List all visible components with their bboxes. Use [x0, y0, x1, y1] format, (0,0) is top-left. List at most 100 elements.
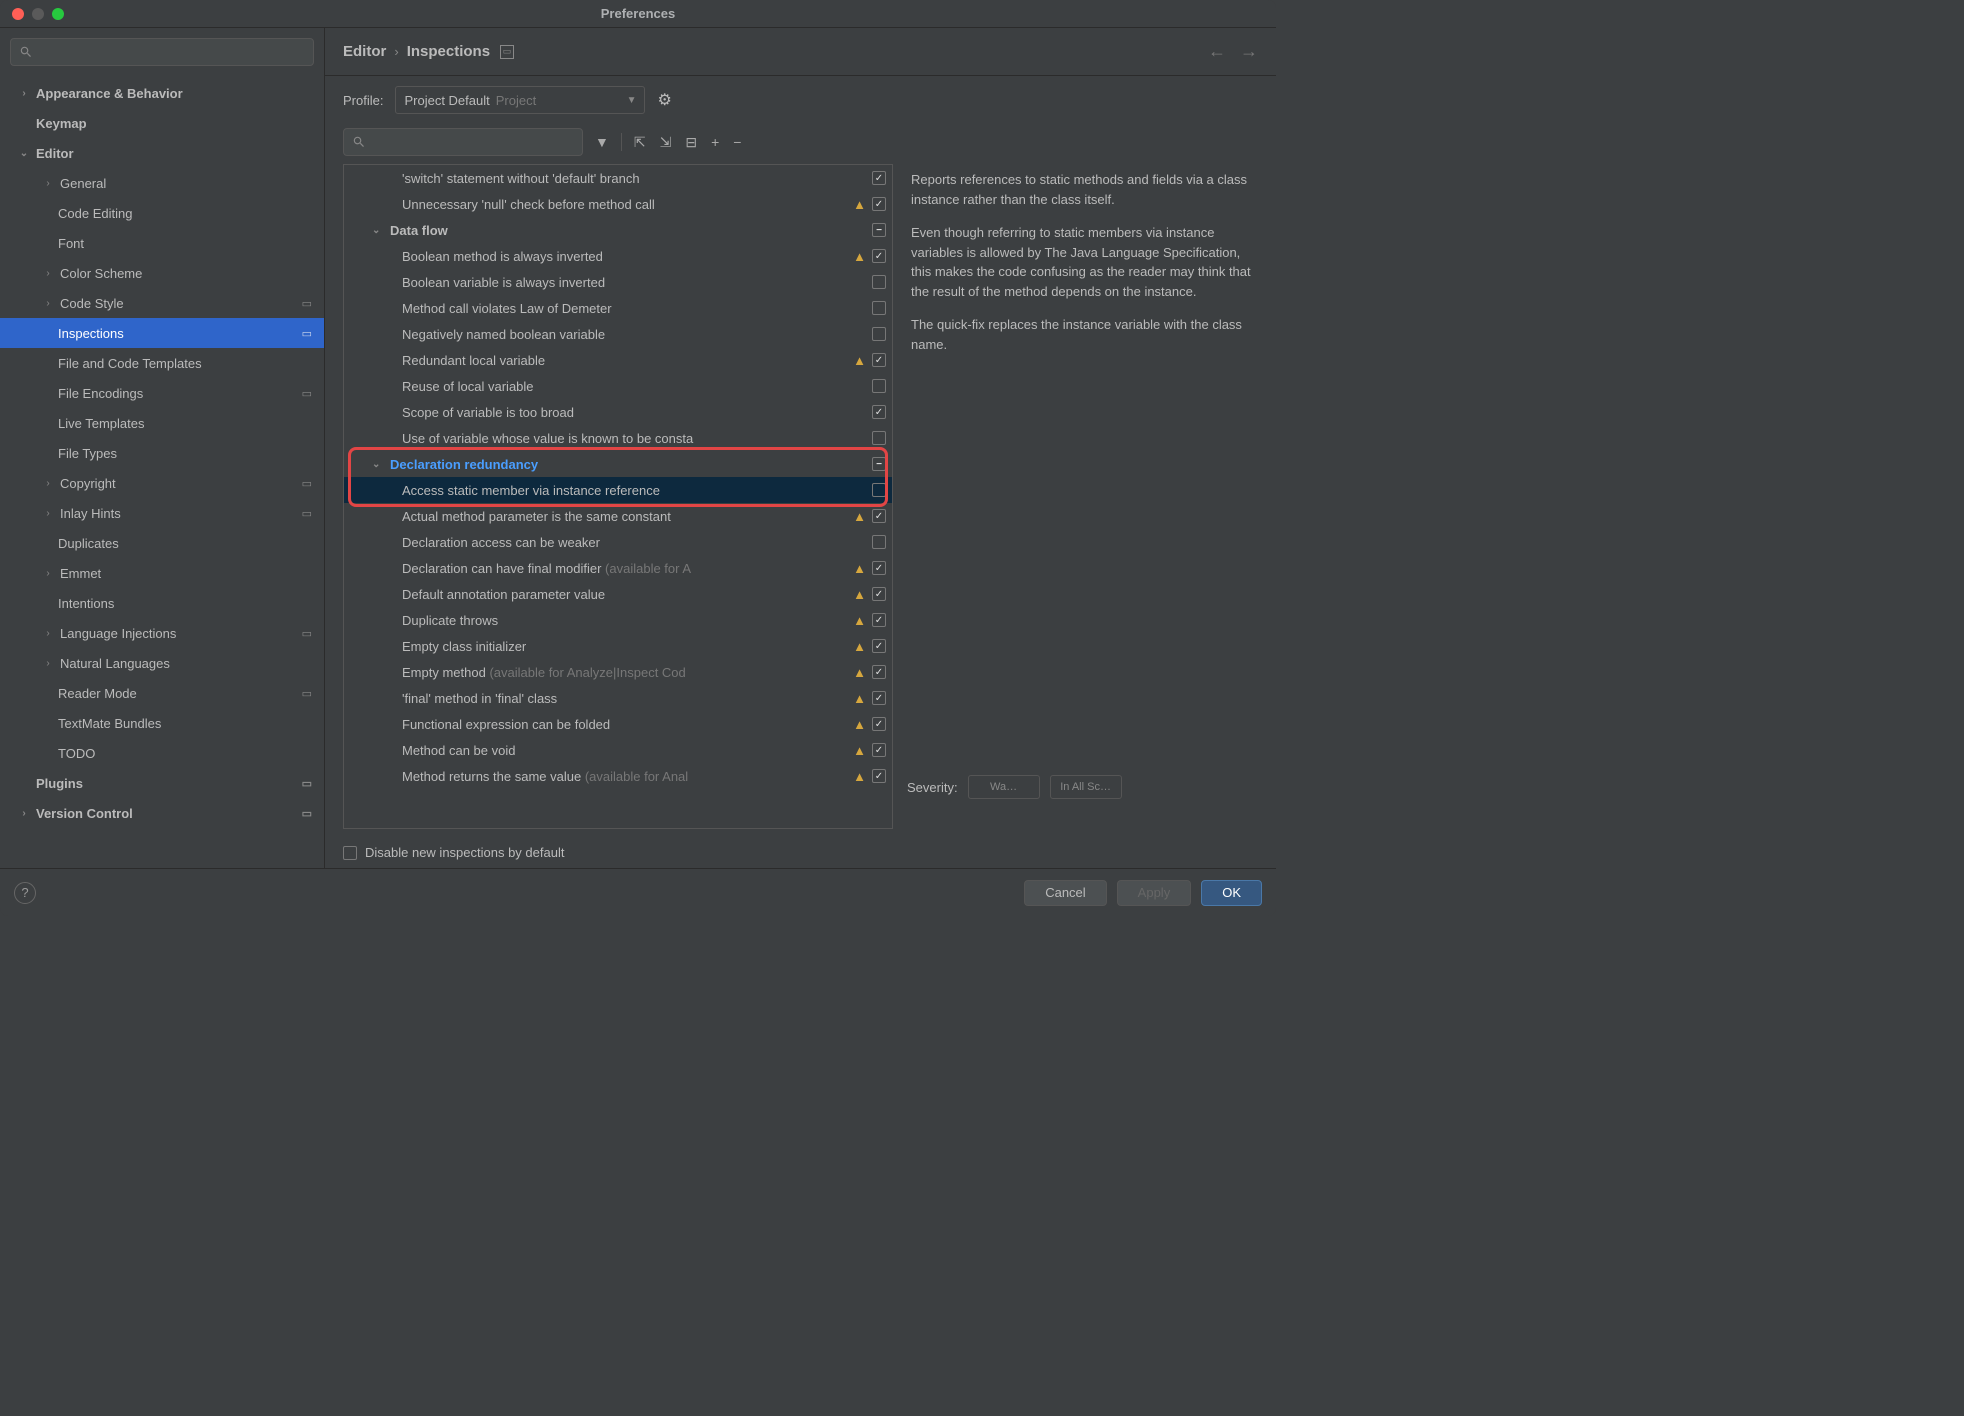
- sidebar-item-duplicates[interactable]: Duplicates: [0, 528, 324, 558]
- breadcrumb-parent[interactable]: Editor: [343, 43, 386, 60]
- inspection-item[interactable]: Boolean method is always inverted▲: [344, 243, 892, 269]
- inspection-item[interactable]: Empty class initializer▲: [344, 633, 892, 659]
- expand-all-icon[interactable]: ⇱: [632, 134, 648, 151]
- inspection-checkbox[interactable]: [872, 353, 886, 367]
- filter-icon[interactable]: ▼: [593, 134, 611, 150]
- severity-label: Severity:: [907, 780, 958, 795]
- sidebar-item-inlay-hints[interactable]: ›Inlay Hints▭: [0, 498, 324, 528]
- inspection-checkbox[interactable]: [872, 379, 886, 393]
- sidebar-item-natural-languages[interactable]: ›Natural Languages: [0, 648, 324, 678]
- inspection-item[interactable]: Use of variable whose value is known to …: [344, 425, 892, 451]
- inspection-checkbox[interactable]: [872, 769, 886, 783]
- inspection-item[interactable]: Scope of variable is too broad: [344, 399, 892, 425]
- sidebar-item-copyright[interactable]: ›Copyright▭: [0, 468, 324, 498]
- inspection-checkbox[interactable]: [872, 223, 886, 237]
- sidebar-item-reader-mode[interactable]: Reader Mode▭: [0, 678, 324, 708]
- reset-icon[interactable]: ⊟: [683, 134, 699, 151]
- inspection-item[interactable]: Default annotation parameter value▲: [344, 581, 892, 607]
- sidebar-item-appearance-behavior[interactable]: ›Appearance & Behavior: [0, 78, 324, 108]
- minimize-window-button[interactable]: [32, 8, 44, 20]
- sidebar-item-file-types[interactable]: File Types: [0, 438, 324, 468]
- inspection-checkbox[interactable]: [872, 743, 886, 757]
- inspection-item[interactable]: Redundant local variable▲: [344, 347, 892, 373]
- inspection-checkbox[interactable]: [872, 665, 886, 679]
- close-window-button[interactable]: [12, 8, 24, 20]
- cancel-button[interactable]: Cancel: [1024, 880, 1106, 906]
- inspection-item[interactable]: Declaration can have final modifier (ava…: [344, 555, 892, 581]
- inspection-checkbox[interactable]: [872, 717, 886, 731]
- inspection-item[interactable]: Reuse of local variable: [344, 373, 892, 399]
- inspection-checkbox[interactable]: [872, 587, 886, 601]
- inspection-item[interactable]: Method returns the same value (available…: [344, 763, 892, 789]
- sidebar-item-keymap[interactable]: Keymap: [0, 108, 324, 138]
- inspection-checkbox[interactable]: [872, 275, 886, 289]
- sidebar-item-code-style[interactable]: ›Code Style▭: [0, 288, 324, 318]
- sidebar-item-code-editing[interactable]: Code Editing: [0, 198, 324, 228]
- inspection-item[interactable]: 'switch' statement without 'default' bra…: [344, 165, 892, 191]
- sidebar-item-inspections[interactable]: Inspections▭: [0, 318, 324, 348]
- inspection-item[interactable]: Declaration access can be weaker: [344, 529, 892, 555]
- help-button[interactable]: ?: [14, 882, 36, 904]
- severity-select[interactable]: Wa…: [968, 775, 1040, 799]
- profile-select[interactable]: Project Default Project ▼: [395, 86, 645, 114]
- inspection-checkbox[interactable]: [872, 327, 886, 341]
- inspection-item[interactable]: Access static member via instance refere…: [344, 477, 892, 503]
- inspection-checkbox[interactable]: [872, 691, 886, 705]
- inspection-item[interactable]: Method call violates Law of Demeter: [344, 295, 892, 321]
- inspection-group[interactable]: ⌄Data flow: [344, 217, 892, 243]
- inspection-group[interactable]: ⌄Declaration redundancy: [344, 451, 892, 477]
- inspection-checkbox[interactable]: [872, 639, 886, 653]
- inspection-checkbox[interactable]: [872, 613, 886, 627]
- inspection-item[interactable]: 'final' method in 'final' class▲: [344, 685, 892, 711]
- inspection-checkbox[interactable]: [872, 431, 886, 445]
- inspection-item[interactable]: Duplicate throws▲: [344, 607, 892, 633]
- inspection-item[interactable]: Functional expression can be folded▲: [344, 711, 892, 737]
- inspection-checkbox[interactable]: [872, 457, 886, 471]
- gear-icon[interactable]: ⚙: [657, 90, 671, 110]
- inspection-item[interactable]: Actual method parameter is the same cons…: [344, 503, 892, 529]
- inspection-item[interactable]: Method can be void▲: [344, 737, 892, 763]
- sidebar-item-file-and-code-templates[interactable]: File and Code Templates: [0, 348, 324, 378]
- inspection-checkbox[interactable]: [872, 249, 886, 263]
- warning-icon: ▲: [853, 613, 866, 628]
- inspection-checkbox[interactable]: [872, 405, 886, 419]
- inspection-checkbox[interactable]: [872, 535, 886, 549]
- sidebar-item-textmate-bundles[interactable]: TextMate Bundles: [0, 708, 324, 738]
- sidebar-item-editor[interactable]: ⌄Editor: [0, 138, 324, 168]
- inspection-item[interactable]: Boolean variable is always inverted: [344, 269, 892, 295]
- sidebar-item-font[interactable]: Font: [0, 228, 324, 258]
- sidebar-item-color-scheme[interactable]: ›Color Scheme: [0, 258, 324, 288]
- apply-button[interactable]: Apply: [1117, 880, 1192, 906]
- sidebar-item-general[interactable]: ›General: [0, 168, 324, 198]
- inspection-checkbox[interactable]: [872, 171, 886, 185]
- disable-new-inspections-checkbox[interactable]: [343, 846, 357, 860]
- inspection-checkbox[interactable]: [872, 197, 886, 211]
- inspection-checkbox[interactable]: [872, 483, 886, 497]
- sidebar-item-todo[interactable]: TODO: [0, 738, 324, 768]
- disable-new-inspections-label: Disable new inspections by default: [365, 845, 564, 860]
- sidebar-item-plugins[interactable]: Plugins▭: [0, 768, 324, 798]
- sidebar-item-file-encodings[interactable]: File Encodings▭: [0, 378, 324, 408]
- sidebar-item-live-templates[interactable]: Live Templates: [0, 408, 324, 438]
- sidebar-item-language-injections[interactable]: ›Language Injections▭: [0, 618, 324, 648]
- severity-scope-select[interactable]: In All Sc…: [1050, 775, 1122, 799]
- inspection-item[interactable]: Unnecessary 'null' check before method c…: [344, 191, 892, 217]
- sidebar-item-emmet[interactable]: ›Emmet: [0, 558, 324, 588]
- maximize-window-button[interactable]: [52, 8, 64, 20]
- nav-back-button[interactable]: ←: [1208, 41, 1226, 62]
- inspection-checkbox[interactable]: [872, 301, 886, 315]
- sidebar-item-version-control[interactable]: ›Version Control▭: [0, 798, 324, 828]
- add-icon[interactable]: +: [709, 134, 721, 150]
- remove-icon[interactable]: −: [731, 134, 743, 150]
- collapse-all-icon[interactable]: ⇲: [658, 134, 674, 151]
- ok-button[interactable]: OK: [1201, 880, 1262, 906]
- inspection-item[interactable]: Empty method (available for Analyze|Insp…: [344, 659, 892, 685]
- inspection-item[interactable]: Negatively named boolean variable: [344, 321, 892, 347]
- inspection-search-input[interactable]: [343, 128, 583, 156]
- sidebar-item-intentions[interactable]: Intentions: [0, 588, 324, 618]
- sidebar-search-input[interactable]: [10, 38, 314, 66]
- inspection-checkbox[interactable]: [872, 509, 886, 523]
- inspection-checkbox[interactable]: [872, 561, 886, 575]
- nav-forward-button[interactable]: →: [1240, 41, 1258, 62]
- warning-icon: ▲: [853, 353, 866, 368]
